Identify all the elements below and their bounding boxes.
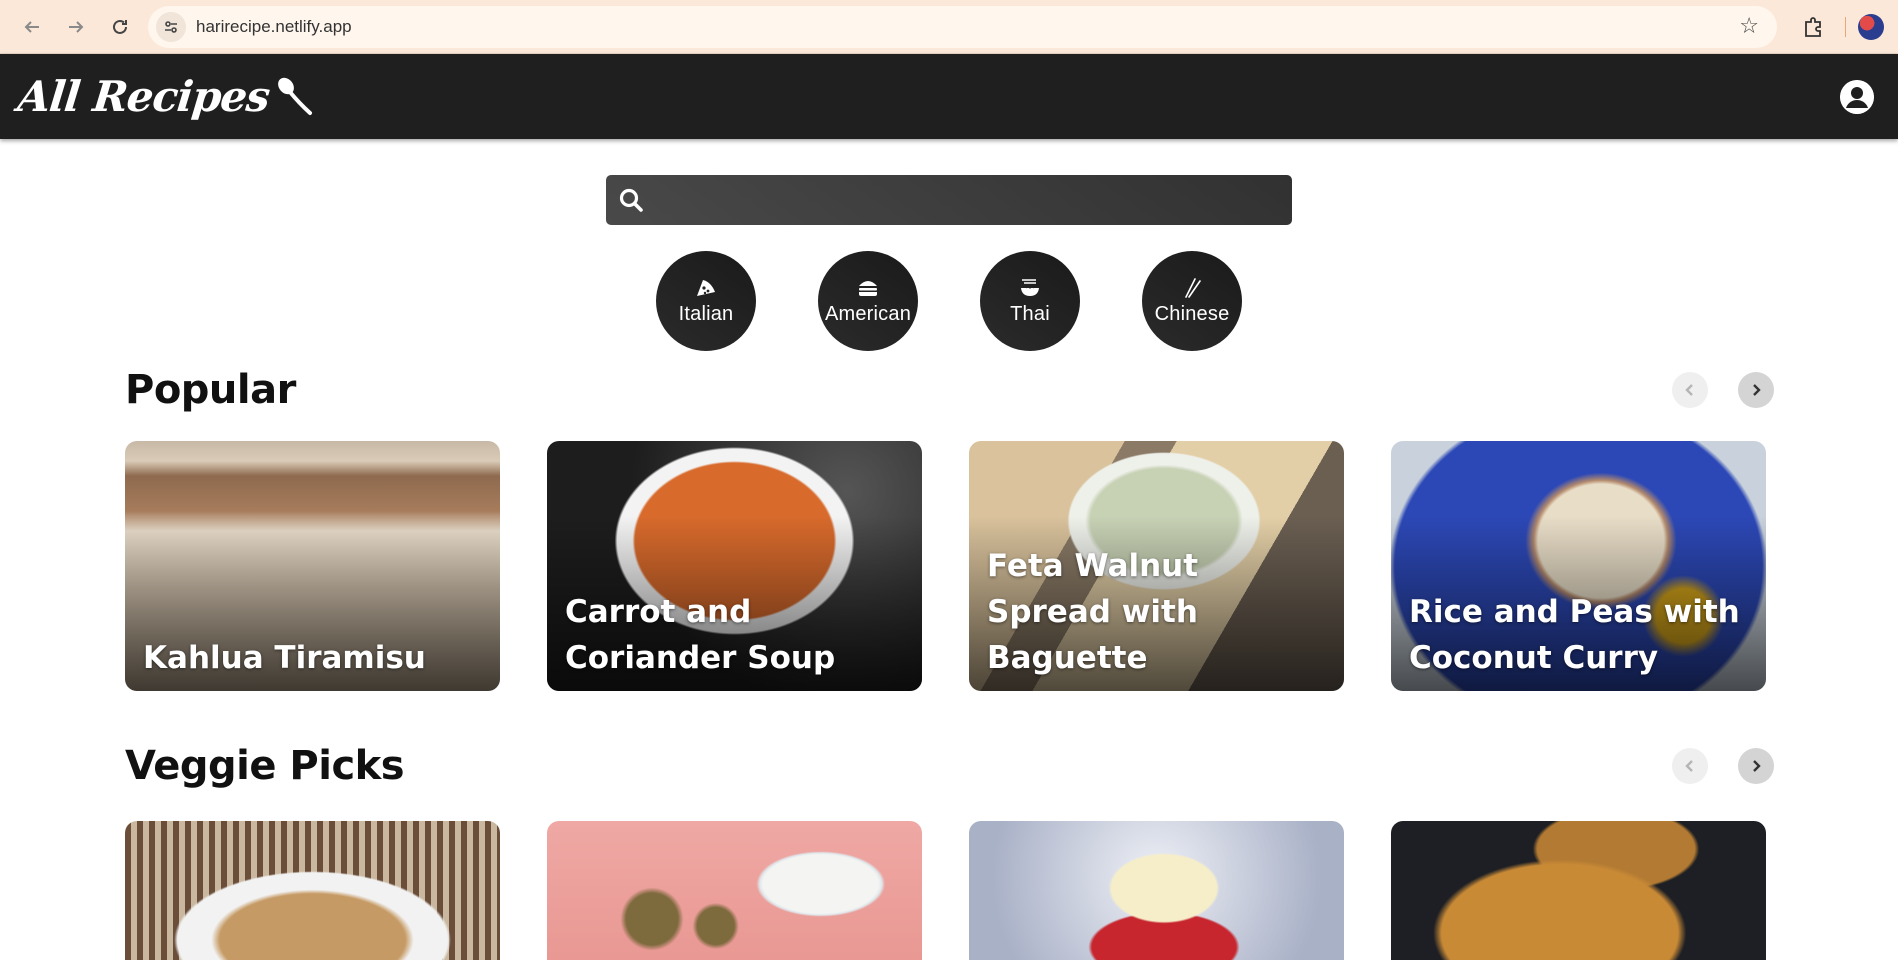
- chevron-left-icon: [1685, 760, 1693, 772]
- puzzle-icon: [1805, 16, 1821, 37]
- recipe-card[interactable]: [1391, 821, 1766, 960]
- reload-button[interactable]: [102, 9, 138, 45]
- bookmark-star-icon[interactable]: ☆: [1731, 14, 1767, 39]
- recipe-carousel: Kahlua Tiramisu Carrot and Coriander Sou…: [125, 441, 1774, 691]
- recipe-card[interactable]: Rice and Peas with Coconut Curry: [1391, 441, 1766, 691]
- burger-icon: [857, 277, 879, 299]
- recipe-card[interactable]: [547, 821, 922, 960]
- recipe-image: [125, 821, 500, 960]
- carousel-next-button[interactable]: [1738, 372, 1774, 408]
- category-chinese[interactable]: Chinese: [1142, 251, 1242, 351]
- chevron-right-icon: [1753, 760, 1761, 772]
- recipe-image: [547, 821, 922, 960]
- chevron-right-icon: [1753, 384, 1761, 396]
- carousel-prev-button[interactable]: [1672, 372, 1708, 408]
- profile-avatar[interactable]: [1858, 13, 1884, 40]
- category-italian[interactable]: Italian: [656, 251, 756, 351]
- back-button[interactable]: [14, 9, 50, 45]
- category-label: American: [824, 302, 912, 325]
- pizza-icon: [695, 277, 717, 299]
- category-label: Chinese: [1154, 302, 1230, 325]
- chevron-left-icon: [1685, 384, 1693, 396]
- noodle-bowl-icon: [1019, 277, 1041, 299]
- carousel-next-button[interactable]: [1738, 748, 1774, 784]
- site-info-button[interactable]: [156, 11, 186, 42]
- logo-link[interactable]: All Recipes: [15, 72, 317, 121]
- arrow-right-icon: [69, 20, 84, 33]
- recipe-card[interactable]: Feta Walnut Spread with Baguette: [969, 441, 1344, 691]
- popular-section: Popular Kahlua Tiramisu Carrot and Coria…: [0, 359, 1898, 691]
- veggie-picks-section: Veggie Picks: [0, 735, 1898, 960]
- recipe-card[interactable]: Carrot and Coriander Soup: [547, 441, 922, 691]
- carousel-controls: [1672, 372, 1774, 408]
- browser-toolbar: harirecipe.netlify.app ☆: [0, 0, 1898, 54]
- chopsticks-icon: [1181, 277, 1203, 299]
- search-icon: [619, 188, 643, 212]
- url-text[interactable]: harirecipe.netlify.app: [196, 17, 1731, 37]
- tune-icon: [165, 20, 177, 33]
- user-account-button[interactable]: [1840, 79, 1874, 114]
- recipe-title: Feta Walnut Spread with Baguette: [987, 548, 1199, 676]
- recipe-carousel: [125, 821, 1774, 960]
- carousel-prev-button[interactable]: [1672, 748, 1708, 784]
- recipe-image: [969, 821, 1344, 960]
- category-list: Italian American Thai Chinese: [0, 251, 1898, 351]
- recipe-title: Rice and Peas with Coconut Curry: [1409, 594, 1740, 676]
- arrow-left-icon: [24, 20, 39, 33]
- toolbar-divider: [1845, 16, 1846, 37]
- category-american[interactable]: American: [818, 251, 918, 351]
- section-title: Popular: [125, 367, 296, 413]
- recipe-title: Carrot and Coriander Soup: [565, 594, 836, 676]
- section-title: Veggie Picks: [125, 743, 405, 789]
- carousel-controls: [1672, 748, 1774, 784]
- logo-text: All Recipes: [15, 72, 272, 121]
- search-input[interactable]: [654, 189, 1280, 211]
- section-header: Popular: [125, 359, 1774, 421]
- forward-button[interactable]: [58, 9, 94, 45]
- recipe-title: Kahlua Tiramisu: [143, 640, 426, 676]
- category-label: Italian: [678, 302, 734, 325]
- recipe-card[interactable]: [969, 821, 1344, 960]
- recipe-card[interactable]: Kahlua Tiramisu: [125, 441, 500, 691]
- user-icon: [1840, 79, 1874, 114]
- reload-icon: [113, 19, 127, 34]
- category-label: Thai: [1010, 302, 1050, 325]
- recipe-image: [1391, 821, 1766, 960]
- app-header: All Recipes: [0, 54, 1898, 139]
- category-thai[interactable]: Thai: [980, 251, 1080, 351]
- search-section: [0, 175, 1898, 225]
- recipe-card[interactable]: [125, 821, 500, 960]
- address-bar[interactable]: harirecipe.netlify.app ☆: [148, 5, 1777, 48]
- search-bar[interactable]: [606, 175, 1292, 225]
- section-header: Veggie Picks: [125, 735, 1774, 797]
- spoon-icon: [278, 77, 313, 115]
- extensions-button[interactable]: [1795, 9, 1831, 45]
